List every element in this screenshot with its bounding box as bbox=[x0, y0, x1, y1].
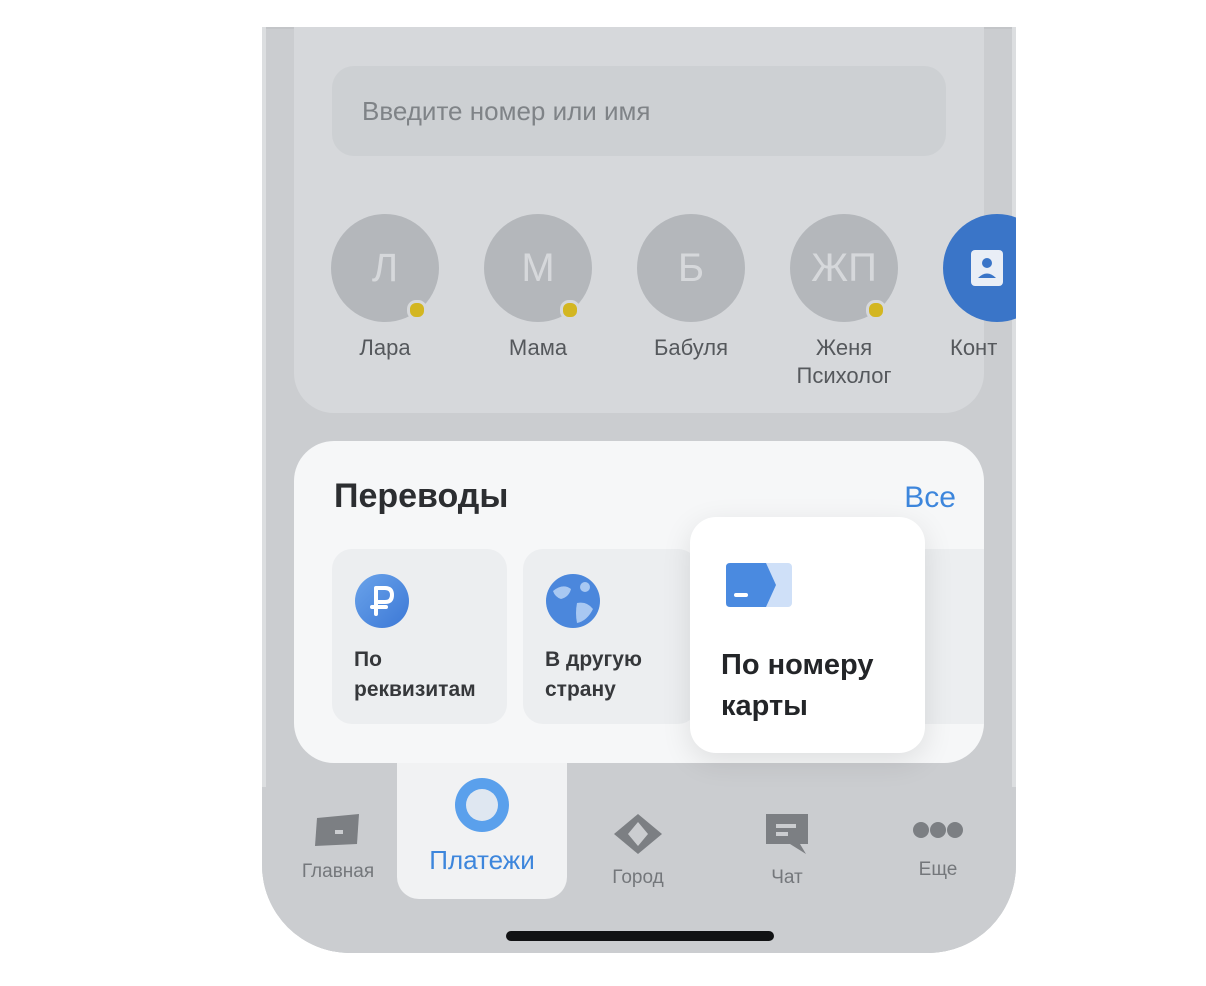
bottom-tab-bar: Главная Город Чат Еще bbox=[262, 787, 1016, 953]
status-dot bbox=[407, 300, 427, 320]
tile-placeholder bbox=[924, 549, 984, 724]
contact-name: Бабуля bbox=[653, 335, 729, 360]
transfer-by-card-number[interactable]: По номеру карты bbox=[690, 517, 925, 753]
globe-icon bbox=[546, 574, 600, 628]
contact-lara[interactable]: Л Лара bbox=[310, 214, 460, 362]
payments-circle-icon bbox=[455, 778, 509, 832]
more-dots-icon bbox=[913, 822, 963, 838]
contact-name: Женя Психолог bbox=[796, 335, 892, 388]
contacts-card: Л Лара М Мама Б Бабуля ЖП Женя Психолог bbox=[294, 27, 1016, 413]
contact-babulya[interactable]: Б Бабуля bbox=[616, 214, 766, 362]
contact-name: Лара bbox=[359, 335, 411, 360]
avatar: М bbox=[484, 214, 592, 322]
status-dot bbox=[560, 300, 580, 320]
avatar: ЖП bbox=[790, 214, 898, 322]
avatar: Б bbox=[637, 214, 745, 322]
card-icon bbox=[315, 814, 359, 846]
all-link[interactable]: Все bbox=[904, 481, 956, 515]
avatar-initials: М bbox=[521, 246, 555, 290]
home-indicator bbox=[506, 931, 774, 941]
contact-zhenya[interactable]: ЖП Женя Психолог bbox=[769, 214, 919, 390]
tile-label: По номеру карты bbox=[721, 649, 874, 722]
avatar-initials: Л bbox=[371, 246, 399, 290]
contacts-book-icon bbox=[971, 250, 1003, 286]
contact-name: Мама bbox=[508, 335, 568, 360]
avatar: Л bbox=[331, 214, 439, 322]
avatar-initials: Б bbox=[677, 246, 705, 290]
tab-label: Платежи bbox=[429, 845, 535, 875]
tab-label: Чат bbox=[771, 867, 803, 888]
tab-chat[interactable]: Чат bbox=[717, 812, 857, 889]
tile-label: В другую страну bbox=[545, 648, 642, 701]
tab-payments[interactable]: Платежи bbox=[397, 763, 567, 899]
tab-home[interactable]: Главная bbox=[268, 812, 408, 883]
search-input[interactable] bbox=[332, 66, 946, 156]
avatar bbox=[943, 214, 1016, 322]
transfer-by-details[interactable]: По реквизитам bbox=[332, 549, 507, 724]
section-title: Переводы bbox=[334, 477, 509, 515]
transfer-abroad[interactable]: В другую страну bbox=[523, 549, 698, 724]
ruble-icon bbox=[355, 574, 409, 628]
tab-label: Главная bbox=[301, 861, 375, 882]
card-icon bbox=[726, 563, 792, 607]
city-diamond-icon bbox=[614, 814, 662, 854]
tab-label: Город bbox=[612, 867, 664, 888]
tab-label: Еще bbox=[918, 859, 958, 880]
contact-contacts[interactable]: Конт bbox=[922, 214, 1016, 362]
tab-city[interactable]: Город bbox=[568, 812, 708, 889]
tab-more[interactable]: Еще bbox=[868, 812, 1008, 881]
tile-label: По реквизитам bbox=[354, 648, 476, 701]
chat-icon bbox=[766, 814, 808, 854]
contact-name: Конт bbox=[950, 335, 998, 360]
status-dot bbox=[866, 300, 886, 320]
avatar-initials: ЖП bbox=[811, 246, 877, 290]
contact-mama[interactable]: М Мама bbox=[463, 214, 613, 362]
